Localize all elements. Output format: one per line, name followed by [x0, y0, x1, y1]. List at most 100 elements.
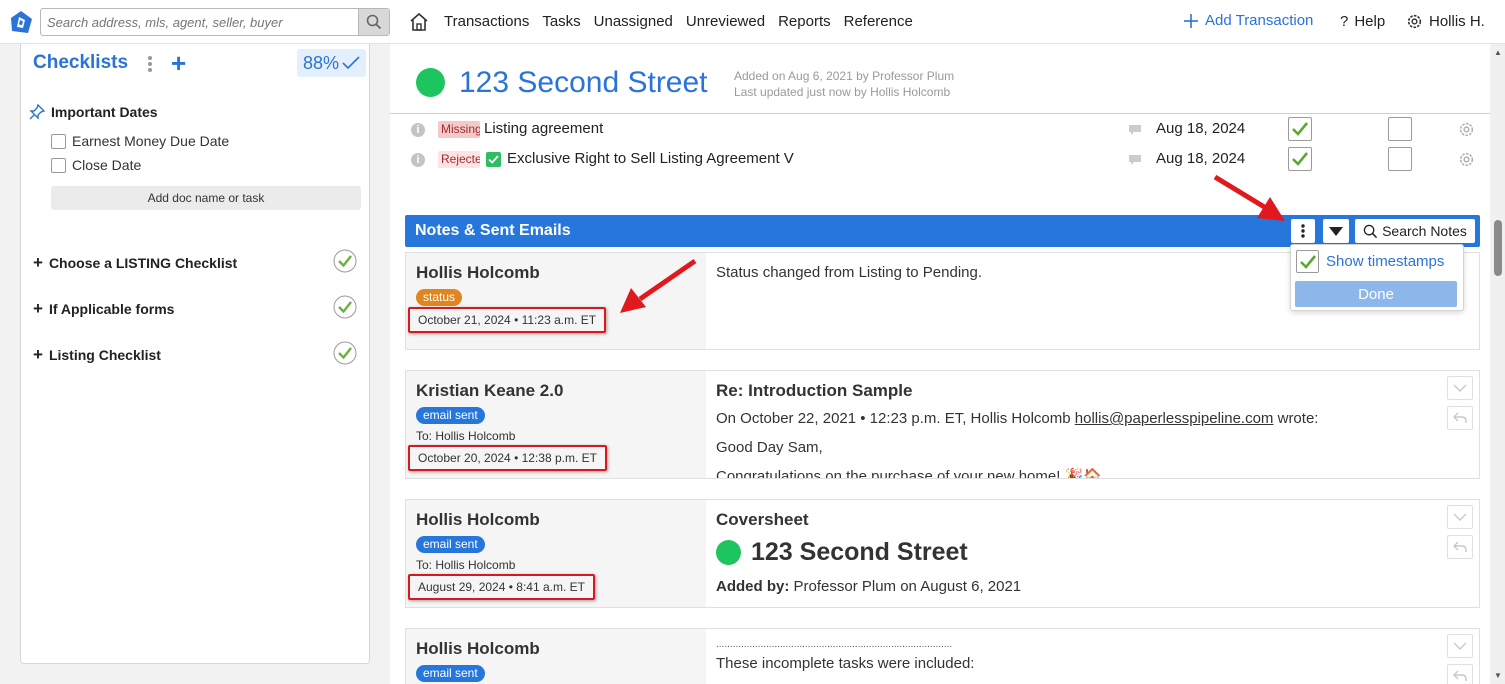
chevron-down-icon [1453, 384, 1467, 392]
search-button[interactable] [358, 9, 389, 35]
app-logo-icon[interactable] [8, 9, 34, 35]
date-item-earnest-money[interactable]: Earnest Money Due Date [51, 133, 229, 149]
email-subject: Coversheet [716, 510, 809, 529]
checkmark-icon [342, 56, 360, 70]
show-timestamps-checkbox[interactable] [1296, 250, 1319, 273]
add-doc-button[interactable]: Add doc name or task [51, 186, 361, 210]
reply-button[interactable] [1447, 535, 1473, 559]
review-checkbox[interactable] [1388, 147, 1412, 171]
date-item-label: Close Date [72, 157, 142, 173]
note-card: Kristian Keane 2.0 email sent To: Hollis… [405, 370, 1480, 479]
note-author-panel: Hollis Holcomb status October 21, 2024 •… [406, 253, 706, 349]
document-row[interactable]: i Rejected Exclusive Right to Sell Listi… [390, 145, 1490, 175]
gear-icon[interactable] [1458, 151, 1475, 168]
done-button[interactable]: Done [1295, 281, 1457, 307]
check-icon [1299, 254, 1316, 269]
added-by-label: Added by: [716, 578, 790, 595]
search-notes-label: Search Notes [1382, 223, 1467, 239]
date-item-label: Earnest Money Due Date [72, 133, 230, 149]
user-name: Hollis H. [1429, 13, 1485, 30]
info-icon[interactable]: i [411, 153, 425, 167]
nav-unassigned[interactable]: Unassigned [594, 13, 673, 30]
expand-note-button[interactable] [1447, 505, 1473, 529]
review-checkbox[interactable] [1388, 117, 1412, 141]
date-checkbox[interactable] [51, 157, 66, 173]
note-timestamp: October 20, 2024 • 12:38 p.m. ET [408, 445, 607, 471]
checklist-section-label: If Applicable forms [48, 301, 175, 317]
nav-reference[interactable]: Reference [844, 13, 913, 30]
date-checkbox[interactable] [51, 133, 66, 149]
email-sent-badge: email sent [416, 665, 485, 682]
coversheet-title: 123 Second Street [716, 538, 1436, 567]
checklist-section-listing-checklist[interactable]: + Listing Checklist [33, 341, 357, 365]
comment-icon[interactable] [1128, 124, 1142, 136]
note-author-panel: Hollis Holcomb email sent To: Hollis Hol… [406, 500, 706, 607]
notes-filter-dropdown[interactable] [1323, 219, 1349, 243]
search-input[interactable] [41, 9, 359, 35]
page-scrollbar[interactable]: ▲ ▼ [1491, 44, 1505, 684]
add-transaction-label: Add Transaction [1205, 12, 1314, 29]
scroll-down-icon[interactable]: ▼ [1494, 671, 1502, 680]
nav-unreviewed[interactable]: Unreviewed [686, 13, 765, 30]
comment-icon[interactable] [1128, 154, 1142, 166]
note-card: Hollis Holcomb email sent ..............… [405, 628, 1480, 684]
reply-icon [1453, 541, 1467, 552]
more-options-icon[interactable] [147, 54, 153, 74]
transaction-detail: 123 Second Street Added on Aug 6, 2021 b… [390, 44, 1490, 684]
document-date: Aug 18, 2024 [1156, 120, 1246, 137]
global-search [40, 8, 390, 36]
vertical-dots-icon [1301, 224, 1305, 238]
home-icon[interactable] [408, 11, 430, 33]
document-row[interactable]: i Missing Listing agreement Aug 18, 2024 [390, 115, 1490, 145]
user-menu[interactable]: Hollis H. [1406, 13, 1485, 30]
email-link[interactable]: hollis@paperlesspipeline.com [1075, 410, 1274, 427]
plus-icon [1184, 13, 1198, 28]
add-transaction-button[interactable]: Add Transaction [1183, 12, 1313, 29]
help-button[interactable]: ? Help [1340, 13, 1385, 30]
email-quote-line: On October 22, 2021 • 12:23 p.m. ET, Hol… [716, 409, 1436, 429]
reply-button[interactable] [1447, 406, 1473, 430]
scroll-up-icon[interactable]: ▲ [1494, 48, 1502, 57]
info-icon[interactable]: i [411, 123, 425, 137]
updated-info: Last updated just now by Hollis Holcomb [734, 85, 951, 99]
completion-badge: 88% [297, 49, 366, 77]
note-author-panel: Hollis Holcomb email sent [406, 629, 706, 684]
expand-icon: + [33, 345, 43, 364]
approve-checkbox[interactable] [1288, 147, 1312, 171]
expand-note-button[interactable] [1447, 376, 1473, 400]
notes-options-button[interactable] [1291, 219, 1315, 243]
notes-section-header: Notes & Sent Emails Search Notes [405, 215, 1480, 247]
note-recipient: To: Hollis Holcomb [416, 558, 516, 572]
nav-transactions[interactable]: Transactions [444, 13, 529, 30]
expand-note-button[interactable] [1447, 634, 1473, 658]
notes-title: Notes & Sent Emails [415, 222, 571, 239]
reply-button[interactable] [1447, 664, 1473, 684]
complete-check-icon [333, 295, 357, 319]
note-author: Hollis Holcomb [416, 510, 540, 529]
show-timestamps-option[interactable]: Show timestamps [1296, 250, 1444, 273]
note-card: Hollis Holcomb email sent To: Hollis Hol… [405, 499, 1480, 608]
search-notes-button[interactable]: Search Notes [1355, 219, 1475, 243]
nav-tasks[interactable]: Tasks [542, 13, 580, 30]
quote-prefix: On October 22, 2021 • 12:23 p.m. ET, Hol… [716, 410, 1075, 427]
note-timestamp: August 29, 2024 • 8:41 a.m. ET [408, 574, 595, 600]
nav-reports[interactable]: Reports [778, 13, 831, 30]
checklists-panel: Checklists + 88% Important Dates Earnest… [20, 44, 370, 664]
show-timestamps-label: Show timestamps [1326, 253, 1445, 270]
note-author: Hollis Holcomb [416, 263, 540, 282]
gear-icon[interactable] [1458, 121, 1475, 138]
scroll-thumb[interactable] [1494, 220, 1502, 276]
search-icon [366, 14, 382, 30]
note-timestamp: October 21, 2024 • 11:23 a.m. ET [408, 307, 607, 333]
approve-checkbox[interactable] [1288, 117, 1312, 141]
add-checklist-button[interactable]: + [171, 48, 186, 79]
document-name[interactable]: Exclusive Right to Sell Listing Agreemen… [507, 150, 794, 167]
document-name[interactable]: Listing agreement [484, 120, 603, 137]
checklist-section-applicable-forms[interactable]: + If Applicable forms [33, 295, 357, 319]
status-indicator [716, 540, 741, 565]
complete-check-icon [333, 341, 357, 365]
pin-icon[interactable] [29, 104, 45, 120]
transaction-header: 123 Second Street Added on Aug 6, 2021 b… [390, 44, 1490, 114]
checklist-section-listing[interactable]: + Choose a LISTING Checklist [33, 249, 357, 273]
date-item-close-date[interactable]: Close Date [51, 157, 141, 173]
